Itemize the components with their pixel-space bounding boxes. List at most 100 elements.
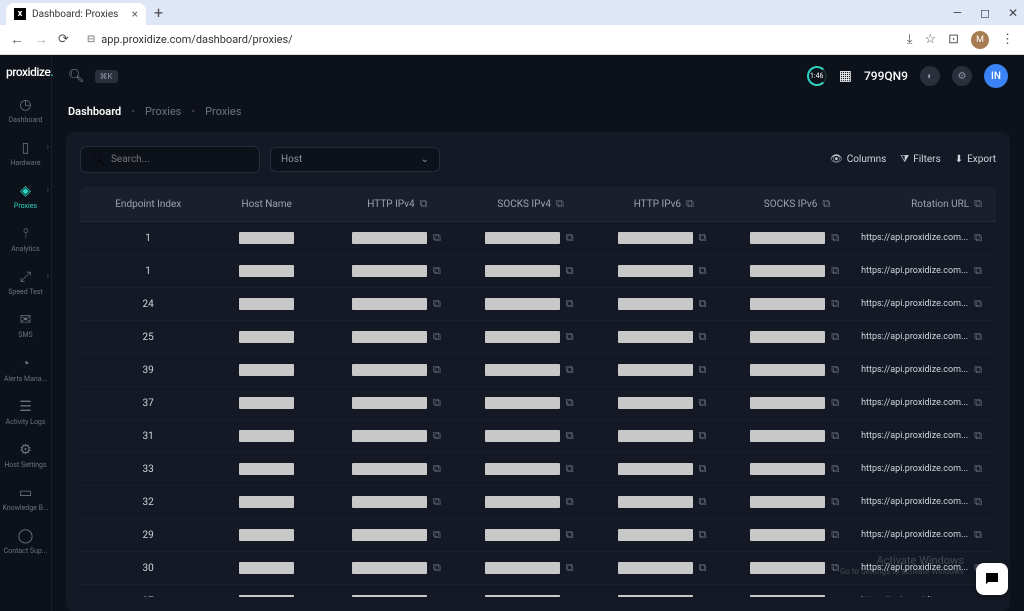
th-host-name[interactable]: Host Name	[203, 199, 331, 210]
table-row[interactable]: 1⧉⧉⧉⧉https://api.proxidize.com...⧉	[80, 222, 996, 255]
copy-icon[interactable]: ⧉	[831, 297, 839, 311]
notifications-icon[interactable]: ◐	[920, 66, 940, 86]
settings-icon[interactable]: ⚙	[952, 66, 972, 86]
table-row[interactable]: 39⧉⧉⧉⧉https://api.proxidize.com...⧉	[80, 354, 996, 387]
table-row[interactable]: 31⧉⧉⧉⧉https://api.proxidize.com...⧉	[80, 420, 996, 453]
copy-icon[interactable]: ⧉	[699, 297, 707, 311]
sidebar-item-dashboard[interactable]: ◷Dashboard	[0, 89, 51, 132]
copy-icon[interactable]: ⧉	[699, 462, 707, 476]
close-window-button[interactable]: ✕	[1008, 6, 1018, 20]
copy-icon[interactable]: ⧉	[566, 330, 574, 344]
sidebar-item-alertsmana[interactable]: ◔Alerts Mana...	[0, 347, 51, 391]
sidebar-item-hostsettings[interactable]: ⚙Host Settings	[0, 434, 51, 477]
copy-icon[interactable]: ⧉	[699, 330, 707, 344]
forward-button[interactable]: →	[34, 31, 48, 48]
copy-icon[interactable]: ⧉	[831, 528, 839, 542]
copy-icon[interactable]: ⧉	[699, 231, 707, 245]
copy-icon[interactable]: ⧉	[699, 594, 707, 597]
copy-icon[interactable]: ⧉	[831, 330, 839, 344]
export-button[interactable]: ⬇ Export	[955, 154, 996, 165]
copy-icon[interactable]: ⧉	[566, 363, 574, 377]
copy-icon[interactable]: ⧉	[974, 264, 982, 278]
copy-icon[interactable]: ⧉	[433, 462, 441, 476]
copy-icon[interactable]: ⧉	[556, 197, 564, 211]
copy-icon[interactable]: ⧉	[686, 197, 694, 211]
minimize-button[interactable]: —	[953, 6, 962, 20]
search-input[interactable]: 🔍︎	[80, 146, 260, 173]
copy-icon[interactable]: ⧉	[831, 495, 839, 509]
copy-icon[interactable]: ⧉	[831, 429, 839, 443]
copy-icon[interactable]: ⧉	[566, 462, 574, 476]
table-row[interactable]: 32⧉⧉⧉⧉https://api.proxidize.com...⧉	[80, 486, 996, 519]
copy-icon[interactable]: ⧉	[974, 462, 982, 476]
sidebar-item-hardware[interactable]: ▯Hardware›	[0, 132, 51, 175]
copy-icon[interactable]: ⧉	[974, 528, 982, 542]
maximize-button[interactable]: ◻	[980, 6, 990, 20]
copy-icon[interactable]: ⧉	[433, 297, 441, 311]
th-http-ipv4[interactable]: HTTP IPv4⧉	[331, 197, 464, 211]
copy-icon[interactable]: ⧉	[433, 429, 441, 443]
copy-icon[interactable]: ⧉	[433, 231, 441, 245]
sidebar-item-sms[interactable]: ✉SMS	[0, 304, 51, 347]
copy-icon[interactable]: ⧉	[831, 363, 839, 377]
back-button[interactable]: ←	[10, 31, 24, 48]
table-row[interactable]: 29⧉⧉⧉⧉https://api.proxidize.com...⧉	[80, 519, 996, 552]
copy-icon[interactable]: ⧉	[699, 528, 707, 542]
user-avatar[interactable]: IN	[984, 64, 1008, 88]
chat-widget[interactable]	[976, 563, 1008, 595]
copy-icon[interactable]: ⧉	[822, 197, 830, 211]
th-endpoint-index[interactable]: Endpoint Index	[94, 199, 203, 210]
copy-icon[interactable]: ⧉	[974, 495, 982, 509]
copy-icon[interactable]: ⧉	[566, 231, 574, 245]
columns-button[interactable]: 👁 Columns	[830, 154, 886, 165]
host-select[interactable]: Host ⌄	[270, 147, 440, 172]
table-row[interactable]: 25⧉⧉⧉⧉https://api.proxidize.com...⧉	[80, 321, 996, 354]
table-row[interactable]: 1⧉⧉⧉⧉https://api.proxidize.com...⧉	[80, 255, 996, 288]
copy-icon[interactable]: ⧉	[566, 495, 574, 509]
table-row[interactable]: 37⧉⧉⧉⧉https://api.proxidize.com...⧉	[80, 387, 996, 420]
th-socks-ipv6[interactable]: SOCKS IPv6⧉	[730, 197, 863, 211]
copy-icon[interactable]: ⧉	[433, 594, 441, 597]
copy-icon[interactable]: ⧉	[566, 297, 574, 311]
copy-icon[interactable]: ⧉	[433, 495, 441, 509]
copy-icon[interactable]: ⧉	[566, 264, 574, 278]
address-bar[interactable]: ⊟ app.proxidize.com/dashboard/proxies/	[79, 33, 897, 46]
copy-icon[interactable]: ⧉	[566, 528, 574, 542]
copy-icon[interactable]: ⧉	[974, 396, 982, 410]
copy-icon[interactable]: ⧉	[566, 561, 574, 575]
search-field[interactable]	[111, 154, 249, 165]
sidebar-item-speedtest[interactable]: ⤢Speed Test›	[0, 261, 51, 304]
copy-icon[interactable]: ⧉	[974, 429, 982, 443]
copy-icon[interactable]: ⧉	[699, 495, 707, 509]
table-row[interactable]: 30⧉⧉⧉⧉https://api.proxidize.com...⧉	[80, 552, 996, 585]
copy-icon[interactable]: ⧉	[699, 561, 707, 575]
browser-menu-icon[interactable]: ⋮	[1001, 32, 1014, 47]
copy-icon[interactable]: ⧉	[699, 363, 707, 377]
copy-icon[interactable]: ⧉	[831, 231, 839, 245]
close-icon[interactable]: ×	[132, 7, 138, 21]
copy-icon[interactable]: ⧉	[433, 561, 441, 575]
extensions-icon[interactable]: ⊡	[948, 32, 959, 47]
table-row[interactable]: 27⧉⧉⧉⧉https://api.proxidize.com...⧉	[80, 585, 996, 597]
qr-icon[interactable]: ▦	[839, 68, 852, 84]
copy-icon[interactable]: ⧉	[699, 429, 707, 443]
install-app-icon[interactable]: ⤓	[907, 32, 913, 47]
th-rotation-url[interactable]: Rotation URL⧉	[864, 197, 982, 211]
filters-button[interactable]: ⧩ Filters	[900, 154, 940, 165]
sidebar-item-analytics[interactable]: ⫯Analytics	[0, 218, 51, 261]
browser-tab[interactable]: x Dashboard: Proxies ×	[6, 3, 146, 25]
th-socks-ipv4[interactable]: SOCKS IPv4⧉	[464, 197, 597, 211]
site-info-icon[interactable]: ⊟	[87, 34, 95, 45]
reload-button[interactable]: ⟳	[58, 32, 69, 47]
bookmark-icon[interactable]: ☆	[924, 32, 936, 47]
copy-icon[interactable]: ⧉	[974, 363, 982, 377]
copy-icon[interactable]: ⧉	[699, 264, 707, 278]
copy-icon[interactable]: ⧉	[699, 396, 707, 410]
global-search-icon[interactable]: 🔍︎	[68, 69, 85, 84]
sidebar-item-contactsup[interactable]: ◯Contact Sup...	[0, 520, 51, 563]
copy-icon[interactable]: ⧉	[566, 429, 574, 443]
copy-icon[interactable]: ⧉	[974, 297, 982, 311]
sidebar-item-proxies[interactable]: ◈Proxies›	[0, 175, 51, 218]
copy-icon[interactable]: ⧉	[831, 264, 839, 278]
copy-icon[interactable]: ⧉	[433, 330, 441, 344]
